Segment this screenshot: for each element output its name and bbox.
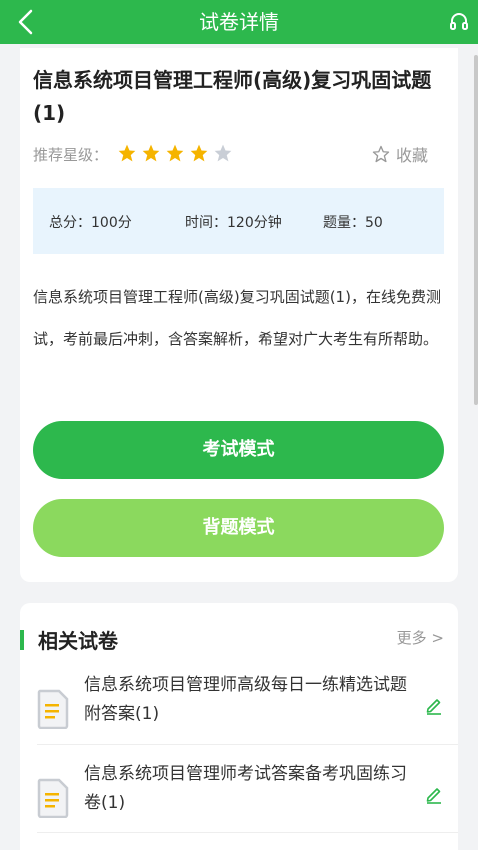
paper-description: 信息系统项目管理工程师(高级)复习巩固试题(1)，在线免费测试，考前最后冲刺，含… bbox=[33, 288, 441, 348]
list-item[interactable]: 信息系统项目管理师考试答案备考巩固练习卷(1) bbox=[20, 760, 458, 848]
paper-info-box: 总分：100分 时间：120分钟 题量：50 bbox=[33, 188, 444, 254]
list-item-title: 信息系统项目管理师考试答案备考巩固练习卷(1) bbox=[84, 764, 407, 813]
favorite-label: 收藏 bbox=[395, 146, 428, 165]
paper-detail-card: 信息系统项目管理工程师(高级)复习巩固试题(1) 推荐星级： 收藏 总分：100… bbox=[20, 48, 458, 582]
question-count: 题量：50 bbox=[323, 215, 383, 231]
scrollbar[interactable] bbox=[474, 55, 478, 405]
related-papers-card: 相关试卷 更多 > 信息系统项目管理师高级每日一练精选试题附答案(1) 信息系统… bbox=[20, 603, 458, 850]
favorite-button[interactable]: 收藏 bbox=[372, 142, 428, 166]
list-item-title: 信息系统项目管理师高级每日一练精选试题附答案(1) bbox=[84, 675, 407, 724]
exam-time: 时间：120分钟 bbox=[185, 215, 282, 231]
edit-icon[interactable] bbox=[424, 784, 444, 804]
list-item[interactable]: 信息系统项目管理师高级每日一练精选试题附答案(1) bbox=[20, 671, 458, 759]
rating-label: 推荐星级： bbox=[33, 146, 109, 164]
document-icon bbox=[37, 778, 69, 818]
page-title: 试卷详情 bbox=[199, 10, 279, 34]
star-filled-icon bbox=[190, 144, 208, 162]
document-icon bbox=[37, 689, 69, 729]
star-filled-icon bbox=[166, 144, 184, 162]
headset-icon bbox=[450, 13, 468, 30]
section-title: 相关试卷 bbox=[38, 629, 118, 653]
headset-button[interactable] bbox=[448, 11, 470, 33]
divider bbox=[37, 744, 458, 745]
top-bar: 试卷详情 bbox=[0, 0, 478, 44]
star-outline-icon bbox=[372, 145, 390, 163]
exam-mode-button[interactable]: 考试模式 bbox=[33, 421, 444, 479]
divider bbox=[37, 832, 458, 833]
rating-stars bbox=[117, 143, 233, 163]
paper-title: 信息系统项目管理工程师(高级)复习巩固试题(1) bbox=[33, 68, 432, 125]
star-empty-icon bbox=[214, 144, 232, 162]
edit-icon[interactable] bbox=[424, 695, 444, 715]
study-mode-button[interactable]: 背题模式 bbox=[33, 499, 444, 557]
star-filled-icon bbox=[118, 144, 136, 162]
star-filled-icon bbox=[142, 144, 160, 162]
more-link[interactable]: 更多 > bbox=[397, 627, 444, 648]
total-score: 总分：100分 bbox=[49, 215, 132, 231]
section-accent-bar bbox=[20, 630, 24, 650]
